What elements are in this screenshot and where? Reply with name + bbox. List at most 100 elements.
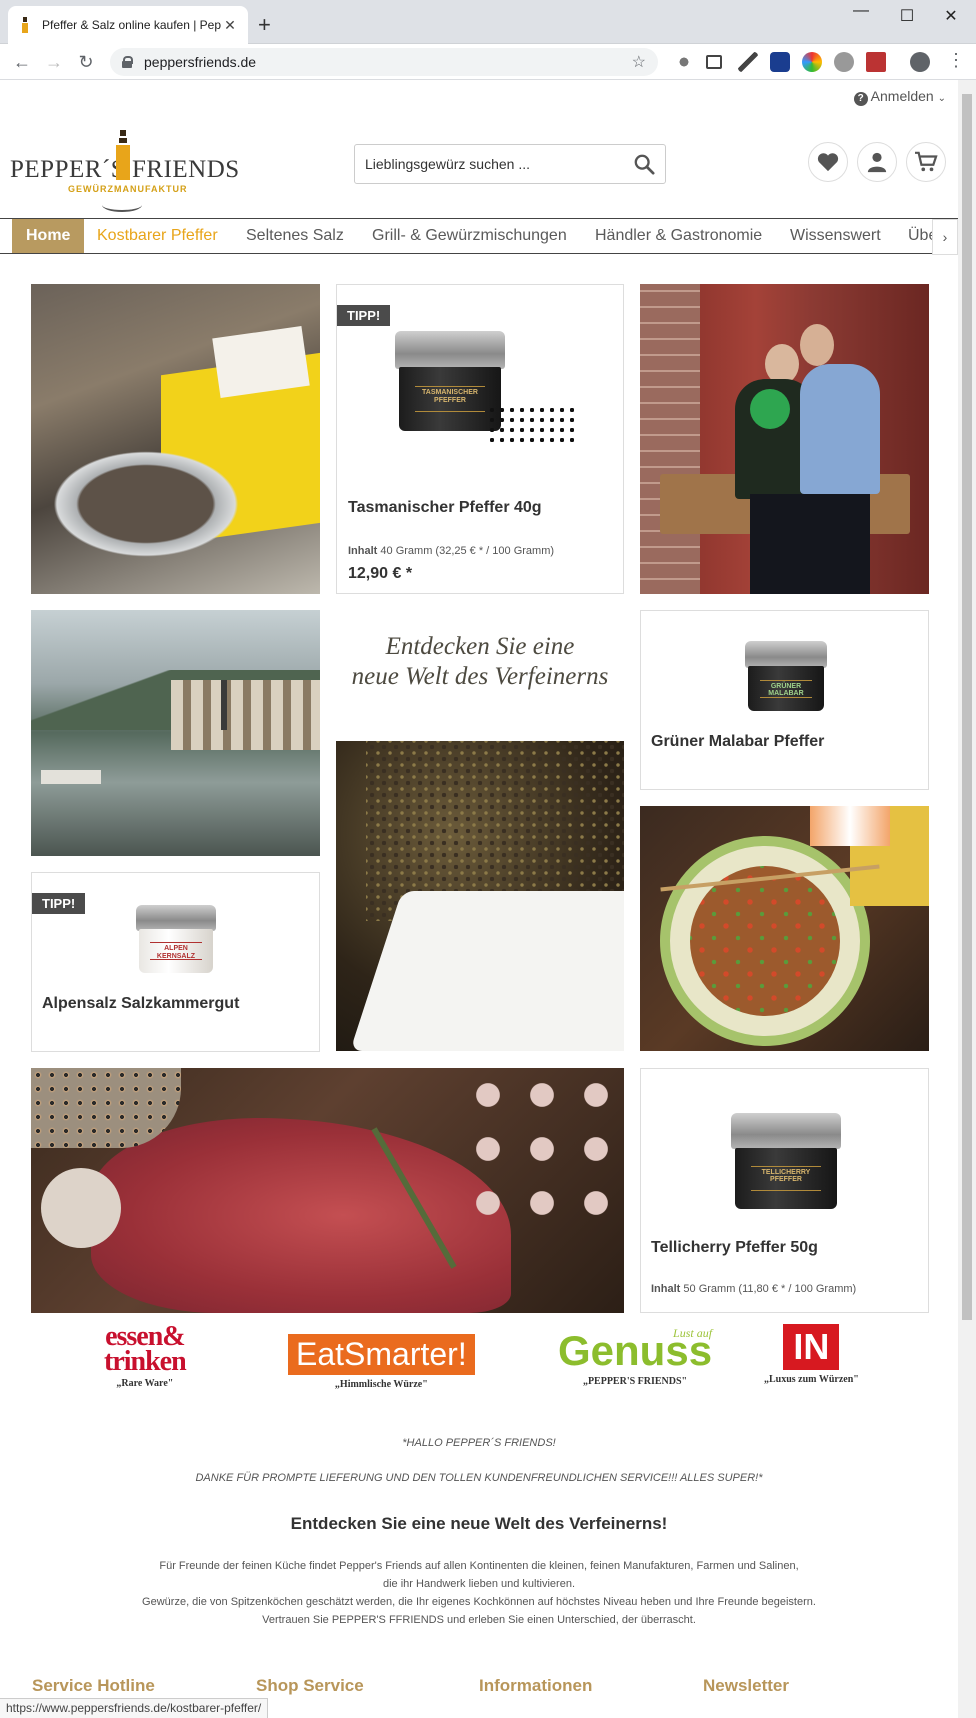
logo-ornament-icon bbox=[102, 198, 142, 212]
press-in: IN „Luxus zum Würzen" bbox=[764, 1324, 859, 1385]
back-icon[interactable]: ← bbox=[10, 52, 34, 73]
window-close-icon[interactable]: ✕ bbox=[928, 6, 974, 26]
garlic-left bbox=[41, 1168, 121, 1248]
wishlist-button[interactable] bbox=[808, 142, 848, 182]
legs bbox=[750, 494, 870, 594]
spice-bowl-image[interactable] bbox=[336, 741, 624, 1051]
press-caption: „PEPPER'S FRIENDS" bbox=[582, 1376, 688, 1387]
fish-market-image[interactable] bbox=[31, 284, 320, 594]
village-houses bbox=[171, 680, 320, 750]
product-jar-image: GRÜNER MALABAR bbox=[745, 641, 827, 711]
logo-subtitle: GEWÜRZMANUFAKTUR bbox=[68, 184, 188, 194]
testimonial-line-2: DANKE FÜR PROMPTE LIEFERUNG UND DEN TOLL… bbox=[195, 1472, 763, 1484]
lock-icon bbox=[122, 56, 133, 68]
heart-icon bbox=[817, 153, 839, 172]
nav-item-wissenswert[interactable]: Wissenswert bbox=[790, 219, 881, 253]
intro-line-3: Gewürze, die von Spitzenköchen geschätzt… bbox=[142, 1596, 816, 1608]
reload-icon[interactable]: ↻ bbox=[74, 52, 98, 73]
forward-icon[interactable]: → bbox=[42, 52, 66, 73]
tip-badge: TIPP! bbox=[337, 305, 391, 326]
founders-image[interactable] bbox=[640, 284, 929, 594]
steak-image[interactable] bbox=[31, 1068, 624, 1313]
status-bar-url: https://www.peppersfriends.de/kostbarer-… bbox=[0, 1698, 269, 1718]
site-logo[interactable]: PEPPER´S FRIENDS GEWÜRZMANUFAKTUR bbox=[10, 120, 239, 212]
cart-button[interactable] bbox=[906, 142, 946, 182]
browser-tab-bar: Pfeffer & Salz online kaufen | Pep ✕ + —… bbox=[0, 0, 976, 44]
intro-line-2: die ihr Handwerk lieben und kultivieren. bbox=[383, 1578, 575, 1590]
site-favicon-icon bbox=[18, 17, 32, 33]
hallstatt-lake-image[interactable] bbox=[31, 610, 320, 856]
minimize-icon[interactable]: — bbox=[838, 2, 884, 20]
new-tab-icon[interactable]: + bbox=[258, 12, 271, 38]
extension-pen-icon[interactable] bbox=[738, 52, 758, 72]
user-icon bbox=[867, 152, 887, 173]
jar-label: TASMANISCHER PFEFFER bbox=[414, 386, 486, 412]
profile-icon[interactable] bbox=[910, 52, 930, 72]
extension-bolt-icon[interactable] bbox=[834, 52, 854, 72]
extension-pdf-icon[interactable] bbox=[866, 52, 886, 72]
maximize-icon[interactable]: ☐ bbox=[884, 6, 930, 26]
tab-close-icon[interactable]: ✕ bbox=[222, 17, 238, 34]
product-card-tellicherry[interactable]: TELLICHERRY PFEFFER Tellicherry Pfeffer … bbox=[640, 1068, 929, 1313]
login-link[interactable]: ? Anmelden ⌄ bbox=[853, 88, 946, 106]
press-eatsmarter: EatSmarter! „Himmlische Würze" bbox=[288, 1324, 475, 1390]
boat bbox=[41, 770, 101, 784]
product-jar-image: ALPEN KERNSALZ bbox=[136, 905, 216, 973]
account-button[interactable] bbox=[857, 142, 897, 182]
press-caption: „Rare Ware" bbox=[116, 1378, 174, 1390]
product-price: 12,90 € * bbox=[348, 565, 413, 582]
nav-item-pfeffer[interactable]: Kostbarer Pfeffer bbox=[97, 219, 218, 253]
person-2-body bbox=[800, 364, 880, 494]
jar-label: GRÜNER MALABAR bbox=[759, 679, 813, 698]
product-name[interactable]: Tellicherry Pfeffer 50g bbox=[651, 1239, 818, 1257]
search-icon[interactable] bbox=[633, 153, 655, 175]
tip-badge: TIPP! bbox=[32, 893, 86, 914]
product-card-tasmanischer[interactable]: TIPP! TASMANISCHER PFEFFER Tasmanischer … bbox=[336, 284, 624, 594]
login-label: Anmelden bbox=[870, 88, 934, 104]
press-logo: IN bbox=[783, 1324, 840, 1370]
sushi bbox=[810, 806, 890, 846]
extension-screenshot-icon[interactable] bbox=[706, 55, 722, 69]
brick-wall bbox=[640, 284, 700, 594]
jar-label: ALPEN KERNSALZ bbox=[150, 942, 202, 960]
product-info: Inhalt 40 Gramm (32,25 € * / 100 Gramm) bbox=[348, 545, 555, 557]
noodles bbox=[690, 866, 840, 1016]
press-logo-script: Lust auf bbox=[673, 1326, 713, 1340]
steak bbox=[91, 1118, 511, 1313]
footer-heading-newsletter: Newsletter bbox=[703, 1676, 789, 1695]
press-caption: „Luxus zum Würzen" bbox=[764, 1374, 859, 1385]
nav-item-salz[interactable]: Seltenes Salz bbox=[246, 219, 344, 253]
logo-text-right: FRIENDS bbox=[132, 156, 240, 183]
nav-scroll-right-icon[interactable]: › bbox=[932, 219, 958, 255]
search-input[interactable]: Lieblingsgewürz suchen ... bbox=[365, 156, 633, 172]
search-box[interactable]: Lieblingsgewürz suchen ... bbox=[354, 144, 666, 184]
press-genuss: Lust auf Genuss „PEPPER'S FRIENDS" bbox=[558, 1324, 712, 1387]
footer-heading-hotline: Service Hotline bbox=[32, 1676, 155, 1695]
press-logo-line-2: trinken bbox=[104, 1346, 187, 1378]
stir-fry-image[interactable] bbox=[640, 806, 929, 1051]
extension-color-icon[interactable] bbox=[802, 52, 822, 72]
intro-line-1: Für Freunde der feinen Küche findet Pepp… bbox=[159, 1560, 799, 1572]
browser-tab[interactable]: Pfeffer & Salz online kaufen | Pep ✕ bbox=[8, 6, 248, 44]
extension-new-icon[interactable] bbox=[770, 52, 790, 72]
logo-text-left: PEPPER´S bbox=[10, 156, 126, 183]
bookmark-star-icon[interactable]: ☆ bbox=[632, 52, 646, 72]
help-icon: ? bbox=[853, 92, 868, 106]
menu-dots-icon[interactable]: ⋮ bbox=[944, 50, 968, 71]
jar-label: TELLICHERRY PFEFFER bbox=[750, 1165, 822, 1191]
scrollbar-thumb[interactable] bbox=[962, 94, 972, 1320]
nav-item-haendler[interactable]: Händler & Gastronomie bbox=[595, 219, 762, 253]
product-name[interactable]: Grüner Malabar Pfeffer bbox=[651, 733, 824, 751]
extension-gear-icon[interactable] bbox=[674, 52, 694, 72]
address-bar[interactable]: peppersfriends.de ☆ bbox=[110, 48, 658, 76]
product-name[interactable]: Tasmanischer Pfeffer 40g bbox=[348, 499, 542, 517]
product-card-malabar[interactable]: GRÜNER MALABAR Grüner Malabar Pfeffer bbox=[640, 610, 929, 790]
green-scarf bbox=[750, 389, 790, 429]
product-name[interactable]: Alpensalz Salzkammergut bbox=[42, 995, 239, 1013]
nav-item-mischungen[interactable]: Grill- & Gewürzmischungen bbox=[372, 219, 567, 253]
product-card-alpensalz[interactable]: TIPP! ALPEN KERNSALZ Alpensalz Salzkamme… bbox=[31, 872, 320, 1052]
person-2-head bbox=[800, 324, 834, 366]
product-jar-image: TELLICHERRY PFEFFER bbox=[731, 1113, 841, 1209]
intro-line-4: Vertrauen Sie PEPPER'S FFRIENDS und erle… bbox=[262, 1614, 696, 1626]
nav-item-home[interactable]: Home bbox=[12, 219, 85, 253]
